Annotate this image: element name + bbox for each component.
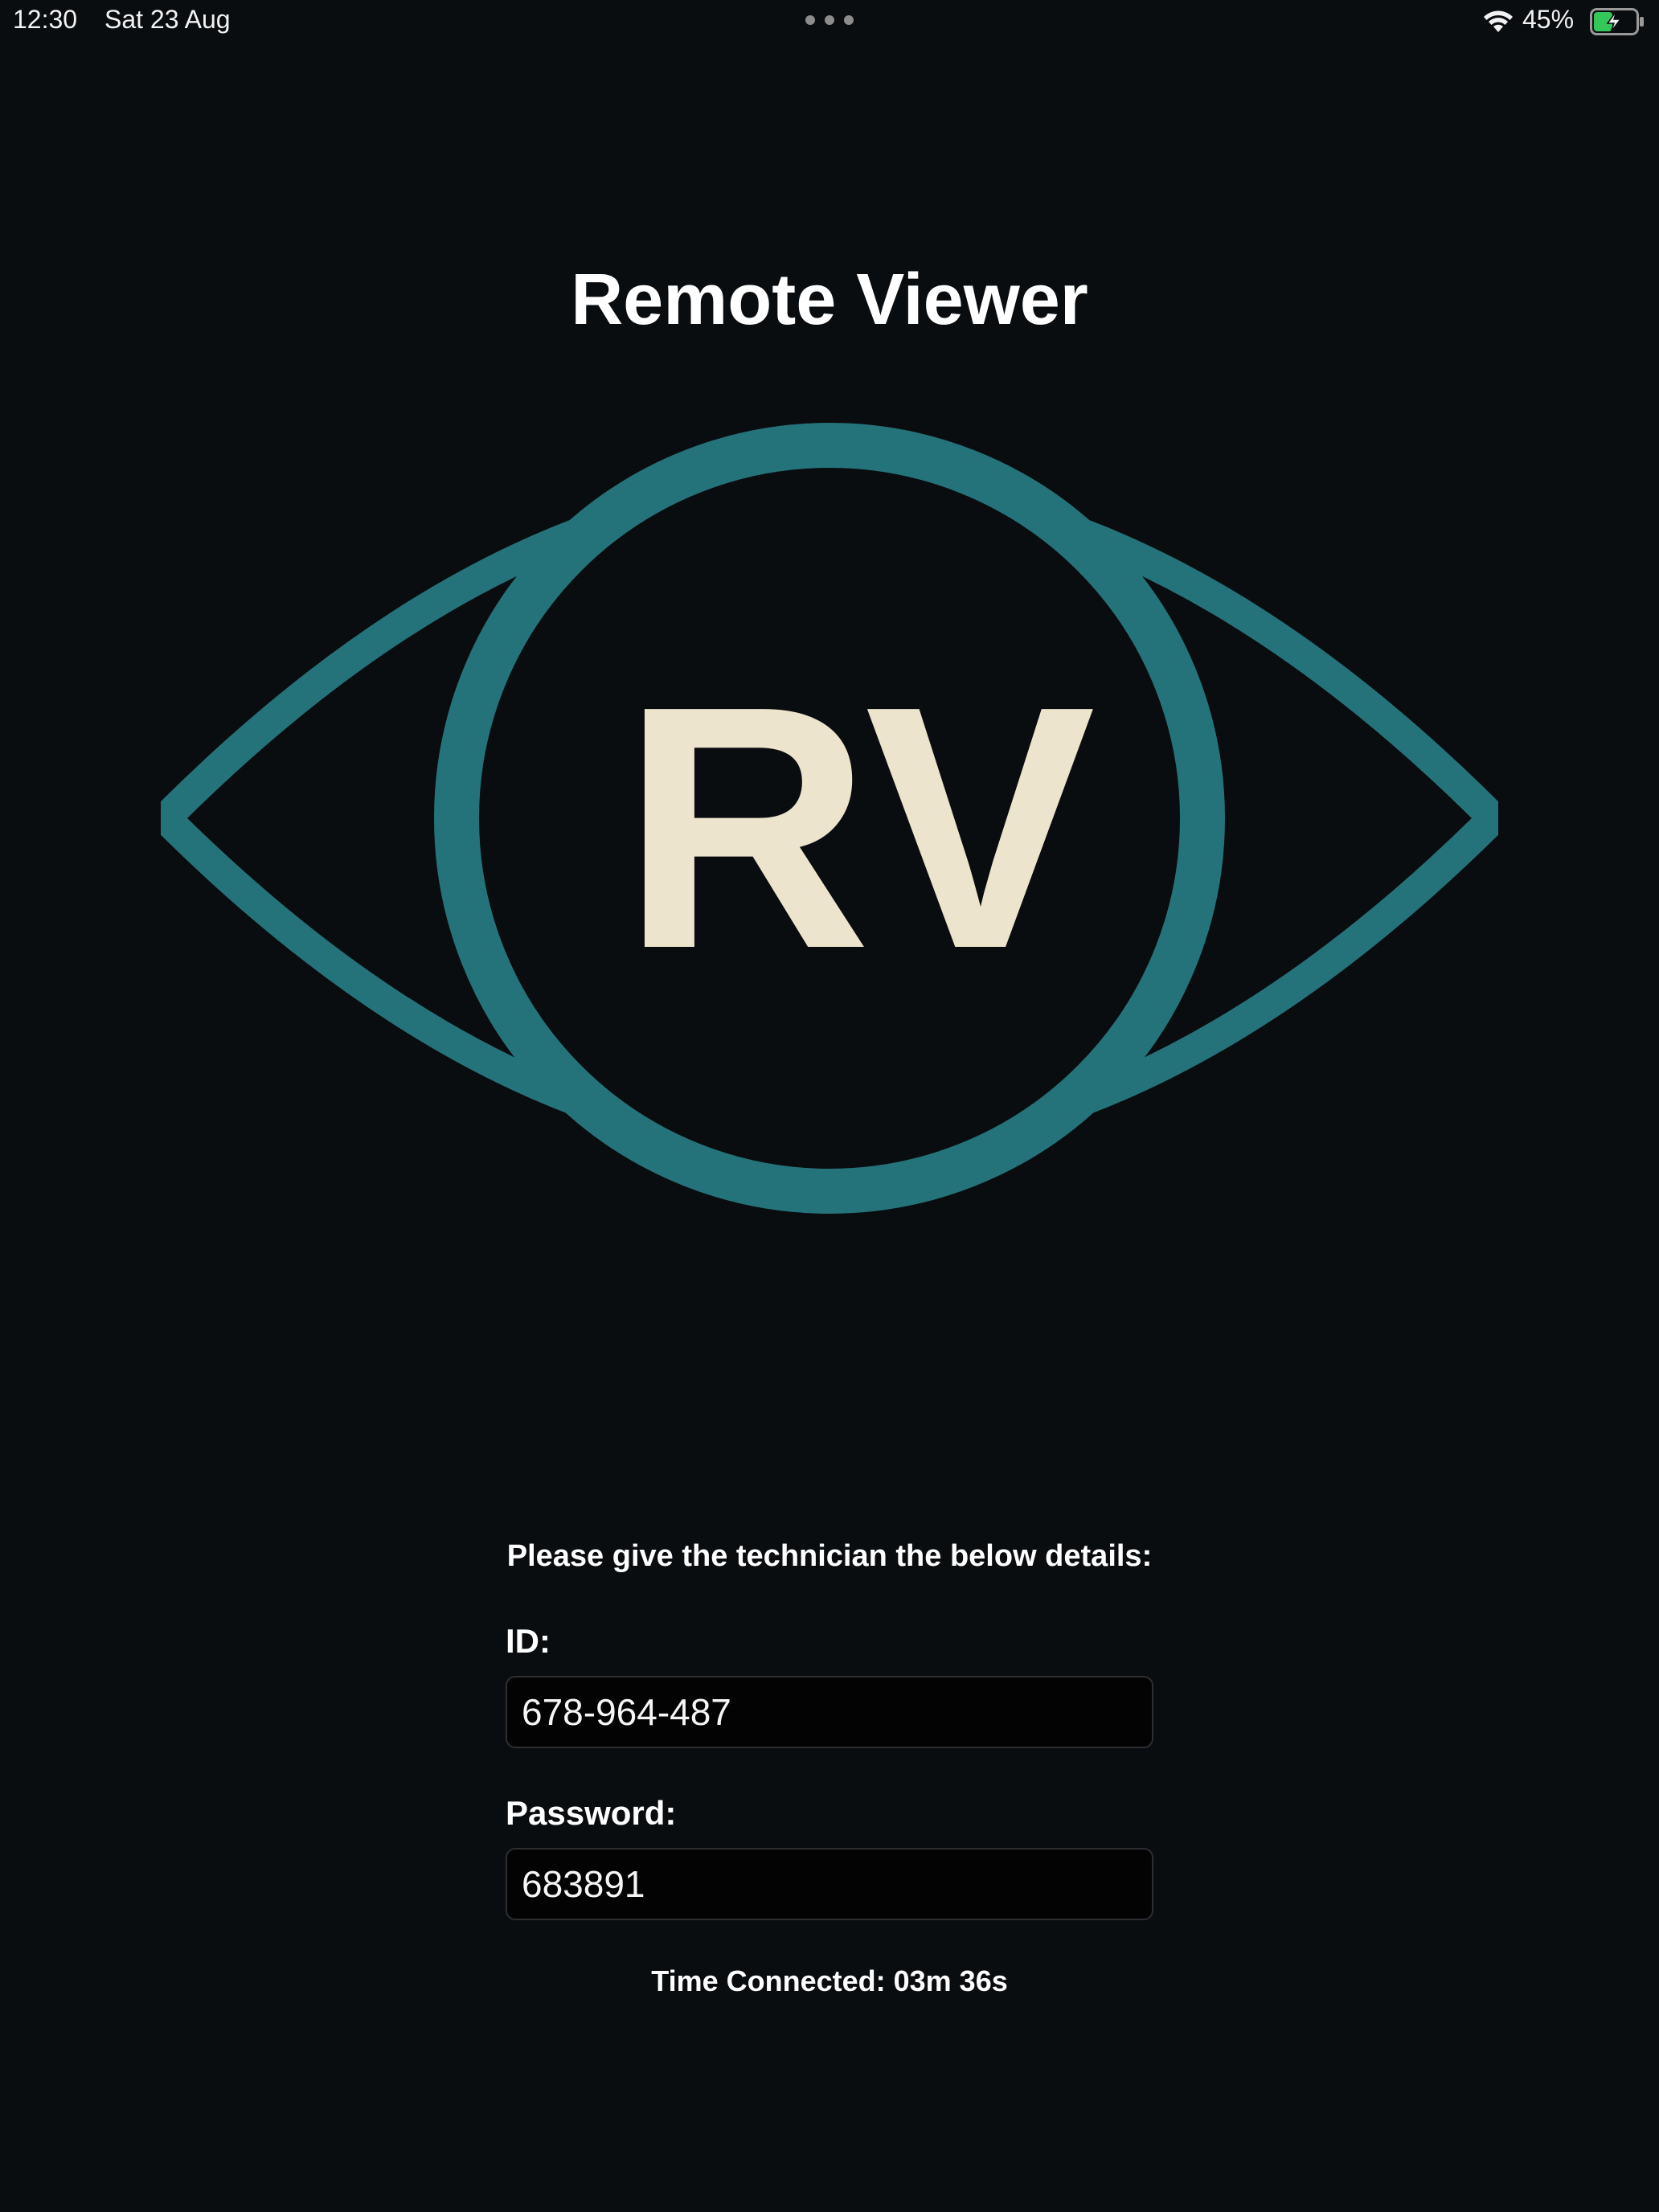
- wifi-icon: [1484, 10, 1513, 32]
- logo-letters: RV: [621, 635, 1097, 1021]
- battery-charging-icon: [1590, 8, 1644, 35]
- id-field[interactable]: 678-964-487: [506, 1676, 1153, 1748]
- id-label: ID:: [506, 1622, 551, 1660]
- time-connected-text: Time Connected: 03m 36s: [651, 1964, 1008, 1997]
- battery-percentage: 45%: [1522, 5, 1575, 34]
- password-field[interactable]: 683891: [506, 1848, 1153, 1920]
- password-label: Password:: [506, 1794, 677, 1832]
- remote-viewer-logo: RV: [161, 423, 1498, 1214]
- status-time: 12:30: [13, 5, 78, 34]
- status-date: Sat 23 Aug: [104, 5, 231, 34]
- app-title: Remote Viewer: [571, 260, 1088, 340]
- status-bar: 12:30 Sat 23 Aug 45%: [0, 0, 1659, 45]
- instruction-text: Please give the technician the below det…: [506, 1539, 1153, 1573]
- multitasking-dots-icon[interactable]: [805, 14, 854, 26]
